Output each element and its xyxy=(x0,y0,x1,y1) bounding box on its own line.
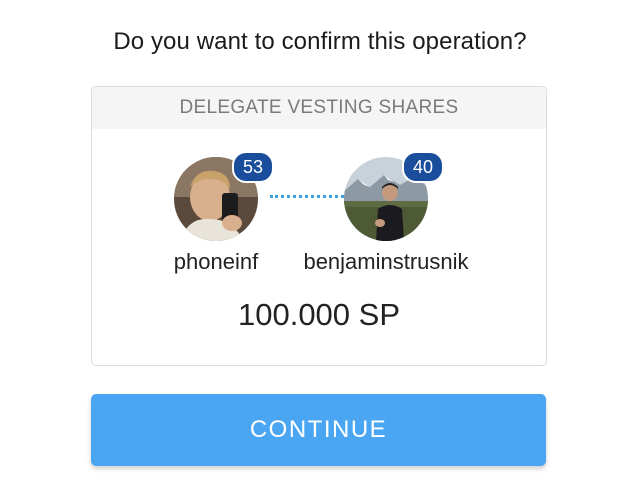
operation-card: DELEGATE VESTING SHARES 53 phoneinf 40 b… xyxy=(91,86,547,366)
delegatee-reputation-badge: 40 xyxy=(402,151,444,183)
continue-button[interactable]: CONTINUE xyxy=(91,394,546,466)
operation-title: DELEGATE VESTING SHARES xyxy=(92,87,546,129)
confirm-operation-dialog: Do you want to confirm this operation? D… xyxy=(0,0,640,486)
delegator-reputation-badge: 53 xyxy=(232,151,274,183)
delegatee-user[interactable]: 40 benjaminstrusnik xyxy=(286,151,486,277)
confirm-question: Do you want to confirm this operation? xyxy=(113,28,527,55)
delegation-amount: 100.000 SP xyxy=(237,297,401,332)
delegatee-username[interactable]: benjaminstrusnik xyxy=(286,249,486,275)
